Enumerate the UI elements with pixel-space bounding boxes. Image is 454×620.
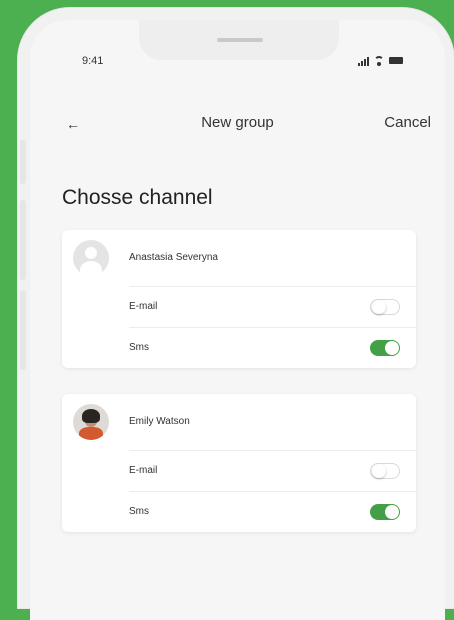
- phone-screen: 9:41 ← New group Cancel Chosse channel A…: [30, 20, 445, 620]
- status-icons: [358, 52, 403, 66]
- contact-card: Anastasia Severyna E-mail Sms: [62, 230, 416, 368]
- nav-bar: ← New group Cancel: [30, 112, 445, 142]
- contact-card: Emily Watson E-mail Sms: [62, 394, 416, 532]
- option-label: Sms: [129, 342, 149, 353]
- phone-side-button: [20, 290, 26, 370]
- email-toggle[interactable]: [370, 299, 400, 315]
- option-label: E-mail: [129, 301, 158, 312]
- contact-row: Emily Watson: [62, 394, 416, 450]
- sms-toggle[interactable]: [370, 504, 400, 520]
- cancel-button[interactable]: Cancel: [384, 114, 431, 131]
- signal-icon: [358, 57, 369, 66]
- channel-option-email: E-mail: [129, 450, 416, 491]
- phone-side-button: [20, 200, 26, 280]
- status-time: 9:41: [82, 55, 104, 67]
- email-toggle[interactable]: [370, 463, 400, 479]
- speaker: [217, 38, 263, 42]
- channel-option-sms: Sms: [129, 327, 416, 368]
- avatar: [73, 404, 109, 440]
- nav-title: New group: [201, 114, 274, 131]
- page-title: Chosse channel: [62, 186, 213, 209]
- contact-name: Anastasia Severyna: [129, 252, 218, 263]
- battery-icon: [389, 57, 403, 64]
- phone-side-button: [20, 140, 26, 184]
- wifi-icon: [374, 56, 384, 66]
- user-placeholder-icon: [73, 240, 109, 276]
- option-label: Sms: [129, 506, 149, 517]
- option-label: E-mail: [129, 465, 158, 476]
- contact-name: Emily Watson: [129, 416, 190, 427]
- contact-row: Anastasia Severyna: [62, 230, 416, 286]
- channel-option-sms: Sms: [129, 491, 416, 532]
- sms-toggle[interactable]: [370, 340, 400, 356]
- channel-option-email: E-mail: [129, 286, 416, 327]
